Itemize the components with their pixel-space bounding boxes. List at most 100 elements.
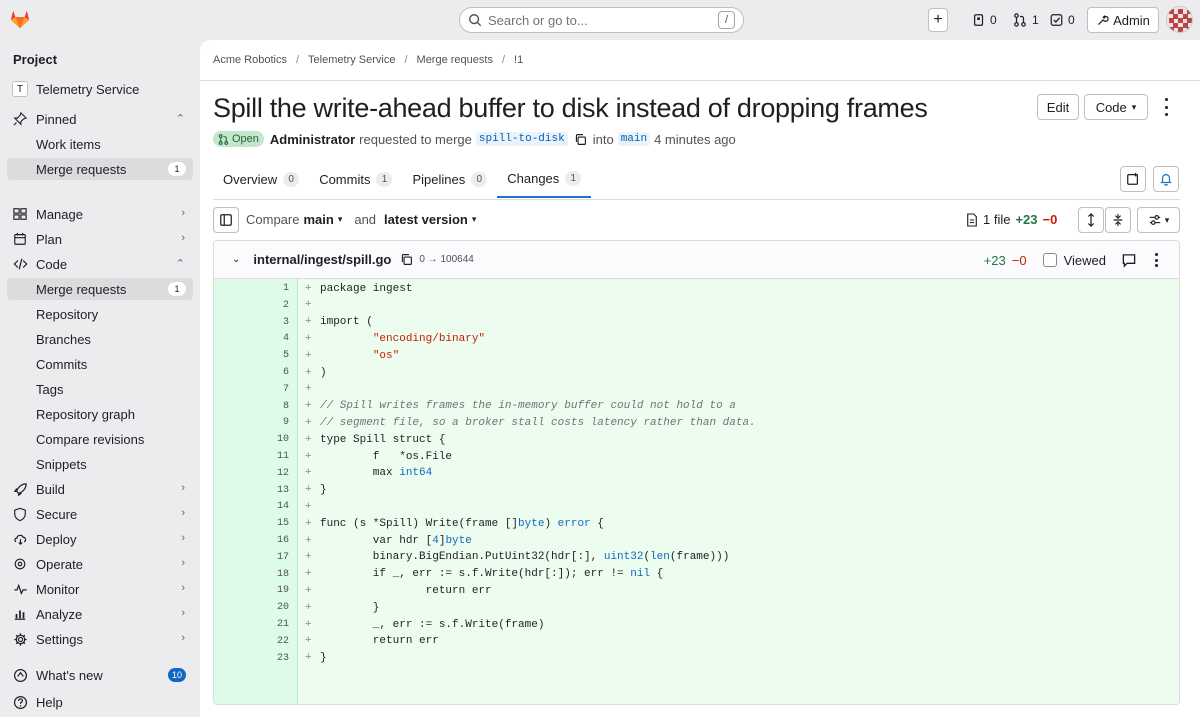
sidebar-item-merge-requests[interactable]: Merge requests 1 (7, 278, 193, 300)
added-line-marker: + (305, 635, 312, 648)
admin-label: Admin (1113, 12, 1150, 28)
sidebar-item-tags[interactable]: Tags (7, 378, 193, 400)
diff-preferences-button[interactable]: ▾ (1137, 207, 1180, 233)
sidebar-project-link[interactable]: T Telemetry Service (7, 78, 193, 100)
sidebar-section-pinned[interactable]: Pinned ⌃ (7, 108, 193, 130)
line-number[interactable]: 20 (214, 602, 289, 613)
collapse-all-button[interactable] (1105, 207, 1131, 233)
snippets-label: Snippets (36, 456, 87, 472)
add-to-review-button[interactable] (1120, 166, 1146, 192)
breadcrumb-group[interactable]: Acme Robotics (213, 54, 287, 66)
tab-overview[interactable]: Overview 0 (213, 160, 309, 198)
search-input[interactable]: Search or go to... / (459, 7, 744, 33)
line-content: // segment file, so a broker stall costs… (320, 416, 756, 429)
whats-new-count: 10 (168, 668, 186, 682)
bell-icon (1160, 174, 1172, 186)
copy-file-path-icon[interactable] (400, 253, 413, 266)
viewed-checkbox[interactable] (1042, 253, 1057, 267)
user-avatar[interactable] (1166, 6, 1193, 33)
file-options-kebab-icon[interactable] (1150, 253, 1162, 267)
monitor-icon (12, 581, 28, 597)
sidebar-section-settings[interactable]: Settings › (7, 628, 193, 650)
sidebar-section-code[interactable]: Code ⌃ (7, 253, 193, 275)
sidebar-item-repository-graph[interactable]: Repository graph (7, 403, 193, 425)
file-deletions: −0 (1011, 252, 1027, 268)
viewed-label[interactable]: Viewed (1064, 253, 1106, 268)
expand-all-button[interactable] (1078, 207, 1104, 233)
line-number[interactable]: 13 (214, 485, 289, 496)
line-number[interactable]: 11 (214, 451, 289, 462)
sidebar-item-repository[interactable]: Repository (7, 303, 193, 325)
more-actions-kebab-icon[interactable] (1158, 98, 1174, 116)
assigned-issues-button[interactable]: 0 (972, 8, 997, 32)
todos-button[interactable]: 0 (1049, 8, 1075, 32)
line-number[interactable]: 8 (214, 401, 289, 412)
line-number[interactable]: 22 (214, 636, 289, 647)
code-dropdown-button[interactable]: Code ▾ (1084, 94, 1148, 120)
compare-base-dropdown[interactable]: main (303, 212, 333, 227)
line-number[interactable]: 16 (214, 535, 289, 546)
sidebar-item-pinned-merge-requests[interactable]: Merge requests 1 (7, 158, 193, 180)
target-branch[interactable]: main (617, 132, 651, 146)
line-number[interactable]: 18 (214, 569, 289, 580)
gitlab-logo-icon[interactable] (9, 8, 31, 30)
sidebar-section-monitor[interactable]: Monitor › (7, 578, 193, 600)
line-number[interactable]: 9 (214, 417, 289, 428)
sidebar-section-deploy[interactable]: Deploy › (7, 528, 193, 550)
sidebar-whats-new[interactable]: What's new 10 (7, 664, 193, 686)
sidebar-item-work-items[interactable]: Work items (7, 133, 193, 155)
copy-branch-icon[interactable] (574, 133, 587, 146)
sidebar-section-analyze[interactable]: Analyze › (7, 603, 193, 625)
merge-requests-button[interactable]: 1 (1012, 8, 1039, 32)
sidebar-item-branches[interactable]: Branches (7, 328, 193, 350)
deletions-count: −0 (1042, 212, 1058, 227)
edit-button[interactable]: Edit (1037, 94, 1079, 120)
line-number[interactable]: 19 (214, 585, 289, 596)
line-number[interactable]: 7 (214, 384, 289, 395)
collapse-file-chevron-icon[interactable]: ⌄ (232, 254, 240, 265)
monitor-label: Monitor (36, 581, 80, 597)
comment-icon[interactable] (1121, 253, 1137, 268)
line-content: f *os.File (320, 450, 453, 463)
line-number[interactable]: 5 (214, 350, 289, 361)
sidebar-help[interactable]: Help (7, 691, 193, 713)
line-number[interactable]: 4 (214, 333, 289, 344)
sidebar-section-plan[interactable]: Plan › (7, 228, 193, 250)
chevron-down-icon: ▾ (1164, 214, 1170, 225)
line-number[interactable]: 12 (214, 468, 289, 479)
line-number[interactable]: 17 (214, 552, 289, 563)
line-number[interactable]: 1 (214, 283, 289, 294)
breadcrumb-merge-requests[interactable]: Merge requests (417, 54, 493, 66)
compare-head-dropdown[interactable]: latest version (384, 212, 468, 227)
help-icon (12, 694, 28, 710)
sidebar-section-operate[interactable]: Operate › (7, 553, 193, 575)
line-number[interactable]: 21 (214, 619, 289, 630)
notifications-button[interactable] (1153, 166, 1179, 192)
line-number[interactable]: 6 (214, 367, 289, 378)
tab-changes[interactable]: Changes 1 (497, 160, 592, 198)
sidebar-section-manage[interactable]: Manage › (7, 203, 193, 225)
tab-pipelines[interactable]: Pipelines 0 (402, 160, 497, 198)
line-number[interactable]: 3 (214, 317, 289, 328)
sidebar-section-secure[interactable]: Secure › (7, 503, 193, 525)
sidebar-section-build[interactable]: Build › (7, 478, 193, 500)
sidebar-item-snippets[interactable]: Snippets (7, 453, 193, 475)
breadcrumb-project[interactable]: Telemetry Service (308, 54, 395, 66)
line-content: if _, err := s.f.Write(hdr[:]); err != n… (320, 568, 664, 581)
tab-commits[interactable]: Commits 1 (309, 160, 402, 198)
line-number[interactable]: 23 (214, 653, 289, 664)
file-path[interactable]: internal/ingest/spill.go (253, 252, 391, 267)
toggle-file-tree-button[interactable] (213, 207, 239, 233)
line-number[interactable]: 10 (214, 434, 289, 445)
line-number[interactable]: 14 (214, 501, 289, 512)
author-link[interactable]: Administrator (270, 132, 355, 147)
sidebar-item-compare-revisions[interactable]: Compare revisions (7, 428, 193, 450)
build-label: Build (36, 481, 65, 497)
line-number[interactable]: 2 (214, 300, 289, 311)
create-new-button[interactable]: + (928, 8, 948, 32)
admin-button[interactable]: Admin (1087, 7, 1159, 33)
line-number[interactable]: 15 (214, 518, 289, 529)
sidebar-item-commits[interactable]: Commits (7, 353, 193, 375)
breadcrumb-mr-id[interactable]: !1 (514, 54, 523, 66)
source-branch[interactable]: spill-to-disk (475, 132, 568, 146)
